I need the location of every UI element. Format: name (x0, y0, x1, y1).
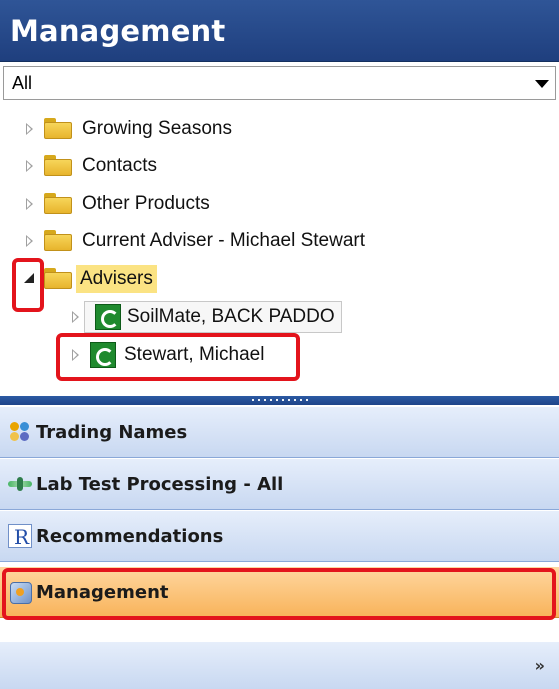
tree-node-label: SoilMate, BACK PADDO (127, 306, 335, 327)
recommendations-icon (8, 524, 32, 549)
management-tree: Growing Seasons Contacts Other Products … (0, 104, 559, 396)
adviser-icon (95, 304, 121, 330)
nav-trading-names[interactable]: Trading Names (0, 406, 559, 458)
panel-header: Management (0, 0, 559, 62)
tree-node-label: Other Products (82, 193, 210, 214)
highlight-box (2, 568, 556, 620)
expand-arrow-icon[interactable] (22, 224, 38, 258)
expand-arrow-icon[interactable] (22, 112, 38, 146)
panel-title: Management (10, 14, 226, 48)
lab-test-icon (8, 472, 32, 496)
nav-label: Lab Test Processing - All (36, 473, 284, 495)
expand-arrow-icon[interactable] (22, 149, 38, 183)
grip-dots-icon[interactable] (250, 399, 310, 401)
open-folder-icon (44, 268, 74, 290)
highlight-box (56, 333, 300, 381)
filter-selected-value: All (12, 73, 33, 93)
folder-icon (44, 155, 74, 177)
nav-label: Trading Names (36, 421, 188, 443)
tree-node-other-products[interactable]: Other Products (22, 187, 210, 221)
tree-node-current-adviser[interactable]: Current Adviser - Michael Stewart (22, 224, 365, 258)
nav-overflow-bar: » (0, 641, 559, 689)
filter-dropdown[interactable]: All (3, 66, 556, 100)
chevron-more-icon[interactable]: » (535, 656, 545, 675)
expand-arrow-icon[interactable] (68, 300, 84, 334)
tree-node-growing-seasons[interactable]: Growing Seasons (22, 112, 232, 146)
highlight-box (12, 258, 44, 312)
folder-icon (44, 118, 74, 140)
dropdown-arrow-icon[interactable] (535, 80, 549, 88)
tree-node-contacts[interactable]: Contacts (22, 149, 157, 183)
nav-lab-test-processing[interactable]: Lab Test Processing - All (0, 458, 559, 510)
panel-splitter[interactable] (0, 396, 559, 405)
tree-node-label: Advisers (76, 265, 157, 293)
tree-node-label: Growing Seasons (82, 118, 232, 139)
tree-node-label: Current Adviser - Michael Stewart (82, 230, 365, 251)
expand-arrow-icon[interactable] (22, 187, 38, 221)
folder-icon (44, 230, 74, 252)
nav-recommendations[interactable]: Recommendations (0, 510, 559, 562)
tree-item-box[interactable]: SoilMate, BACK PADDO (84, 301, 342, 333)
tree-node-label: Contacts (82, 155, 157, 176)
tree-node-soilmate[interactable]: SoilMate, BACK PADDO (68, 300, 342, 334)
trading-names-icon (8, 420, 32, 444)
nav-label: Recommendations (36, 525, 224, 547)
folder-icon (44, 193, 74, 215)
